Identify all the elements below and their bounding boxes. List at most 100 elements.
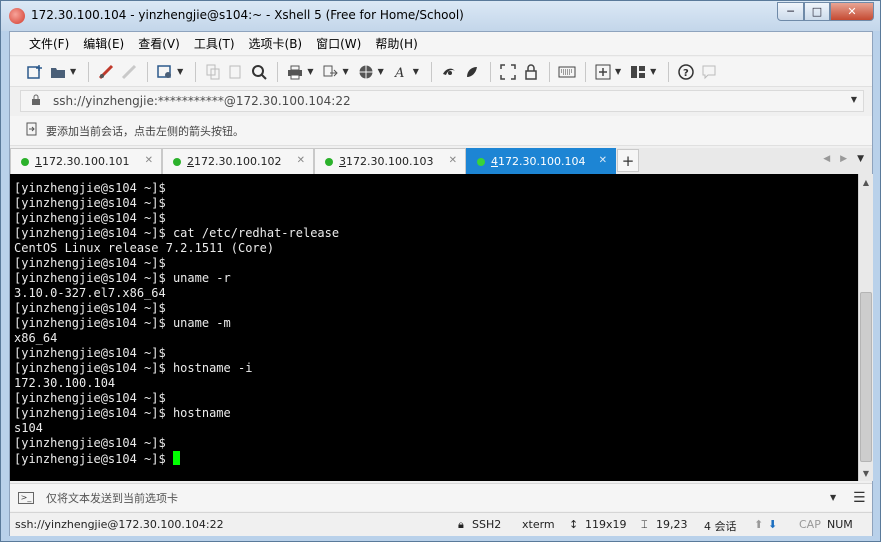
tab-number: 3 <box>339 155 346 168</box>
connect-icon[interactable] <box>95 61 117 83</box>
terminal-line: [yinzhengjie@s104 ~]$ uname -r <box>14 271 231 285</box>
disconnect-icon[interactable] <box>118 61 140 83</box>
terminal-output[interactable]: [yinzhengjie@s104 ~]$ [yinzhengjie@s104 … <box>10 174 858 481</box>
menu-file[interactable]: 文件(F) <box>22 33 76 55</box>
xshell-window: 172.30.100.104 - yinzhengjie@s104:~ - Xs… <box>0 0 881 542</box>
menu-tabs[interactable]: 选项卡(B) <box>242 33 310 55</box>
open-folder-icon[interactable] <box>47 61 69 83</box>
status-lock-icon: 🔒︎ <box>458 518 464 531</box>
xshell-logo-icon <box>9 8 25 24</box>
tab-scroll-right-icon[interactable]: ▶ <box>840 154 847 164</box>
tab-navigation: ◀ ▶ ▼ <box>823 154 864 164</box>
terminal-line: [yinzhengjie@s104 ~]$ <box>14 391 166 405</box>
terminal-scrollbar[interactable]: ▲ ▼ <box>858 174 873 481</box>
status-caps: CAP <box>799 518 821 531</box>
client-area: 文件(F) 编辑(E) 查看(V) 工具(T) 选项卡(B) 窗口(W) 帮助(… <box>9 31 873 536</box>
status-sessions: 4 会话 <box>704 520 737 533</box>
status-position: 19,23 <box>656 518 688 531</box>
layout-icon[interactable] <box>627 61 649 83</box>
xmanager-icon[interactable] <box>461 61 483 83</box>
transfer-icon[interactable] <box>319 61 341 83</box>
scrollbar-thumb[interactable] <box>860 292 872 462</box>
menu-edit[interactable]: 编辑(E) <box>76 33 131 55</box>
compose-dropdown-icon[interactable]: ▼ <box>830 493 836 502</box>
tab-close-icon[interactable]: ✕ <box>449 155 457 166</box>
lock-icon[interactable] <box>520 61 542 83</box>
maximize-button[interactable]: □ <box>804 2 830 21</box>
terminal-line: 172.30.100.104 <box>14 376 116 390</box>
tab-session-1[interactable]: 1 172.30.100.101 ✕ <box>10 148 162 174</box>
tab-session-3[interactable]: 3 172.30.100.103 ✕ <box>314 148 466 174</box>
terminal-line: [yinzhengjie@s104 ~]$ <box>14 211 166 225</box>
tab-close-icon[interactable]: ✕ <box>297 155 305 166</box>
compose-menu-icon[interactable]: ☰ <box>853 490 866 506</box>
new-session-icon[interactable] <box>24 61 46 83</box>
status-num: NUM <box>827 518 853 531</box>
terminal-prompt: [yinzhengjie@s104 ~]$ <box>14 452 173 466</box>
connected-dot-icon <box>173 157 181 166</box>
terminal-line: x86_64 <box>14 331 58 345</box>
compose-bar[interactable]: >_ 仅将文本发送到当前选项卡 ▼ ☰ <box>10 483 872 511</box>
tab-number: 1 <box>35 155 42 168</box>
session-hint-text: 要添加当前会话，点击左侧的箭头按钮。 <box>46 124 244 138</box>
comment-icon[interactable] <box>698 61 720 83</box>
tab-close-icon[interactable]: ✕ <box>145 155 153 166</box>
minimize-button[interactable]: ─ <box>777 2 804 21</box>
address-input[interactable]: ssh://yinzhengjie:***********@172.30.100… <box>47 94 351 108</box>
address-dropdown-icon[interactable]: ▼ <box>851 95 857 104</box>
copy-icon[interactable] <box>202 61 224 83</box>
window-controls: ─ □ ✕ <box>777 2 874 21</box>
scroll-up-arrow-icon[interactable]: ▲ <box>859 175 873 189</box>
toolbar-separator <box>88 61 90 82</box>
terminal-line: [yinzhengjie@s104 ~]$ <box>14 181 166 195</box>
close-button[interactable]: ✕ <box>830 2 874 21</box>
layout-dropdown-icon[interactable]: ▼ <box>650 67 656 76</box>
menu-tools[interactable]: 工具(T) <box>187 33 242 55</box>
open-dropdown-icon[interactable]: ▼ <box>70 67 76 76</box>
paste-icon[interactable] <box>225 61 247 83</box>
menu-help[interactable]: 帮助(H) <box>368 33 424 55</box>
tab-session-2[interactable]: 2 172.30.100.102 ✕ <box>162 148 314 174</box>
keyboard-icon[interactable] <box>556 61 578 83</box>
toolbar-separator <box>147 61 149 82</box>
address-bar[interactable]: ssh://yinzhengjie:***********@172.30.100… <box>20 90 864 112</box>
tab-session-4[interactable]: 4 172.30.100.104 ✕ <box>466 148 616 174</box>
tab-label: 172.30.100.104 <box>498 155 586 168</box>
find-icon[interactable] <box>248 61 270 83</box>
toolbar-separator <box>584 61 586 82</box>
compose-icon[interactable]: >_ <box>18 491 34 504</box>
xftp-icon[interactable] <box>438 61 460 83</box>
status-bar: ssh://yinzhengjie@172.30.100.104:22 🔒︎ S… <box>10 512 872 536</box>
help-icon[interactable]: ? <box>675 61 697 83</box>
new-tab-button[interactable]: + <box>617 149 639 172</box>
terminal-prompt-line[interactable]: [yinzhengjie@s104 ~]$ <box>14 451 858 466</box>
font-icon[interactable]: A <box>390 61 412 83</box>
tab-list-dropdown-icon[interactable]: ▼ <box>857 154 864 164</box>
print-dropdown-icon[interactable]: ▼ <box>307 67 313 76</box>
transfer-dropdown-icon[interactable]: ▼ <box>342 67 348 76</box>
scroll-down-arrow-icon[interactable]: ▼ <box>859 466 873 480</box>
add-session-arrow-icon[interactable] <box>26 122 38 139</box>
menu-view[interactable]: 查看(V) <box>131 33 187 55</box>
upload-arrow-icon[interactable]: ⬆ <box>754 518 763 531</box>
font-dropdown-icon[interactable]: ▼ <box>413 67 419 76</box>
globe-icon[interactable] <box>355 61 377 83</box>
tab-scroll-left-icon[interactable]: ◀ <box>823 154 830 164</box>
window-title: 172.30.100.104 - yinzhengjie@s104:~ - Xs… <box>31 8 464 22</box>
print-icon[interactable] <box>284 61 306 83</box>
globe-dropdown-icon[interactable]: ▼ <box>378 67 384 76</box>
tab-close-icon[interactable]: ✕ <box>599 155 607 166</box>
fullscreen-icon[interactable] <box>497 61 519 83</box>
properties-dropdown-icon[interactable]: ▼ <box>177 67 183 76</box>
add-tab-dropdown-icon[interactable]: ▼ <box>615 67 621 76</box>
toolbar-separator <box>489 61 491 82</box>
title-bar[interactable]: 172.30.100.104 - yinzhengjie@s104:~ - Xs… <box>1 1 880 31</box>
properties-icon[interactable] <box>154 61 176 83</box>
session-hint-bar: 要添加当前会话，点击左侧的箭头按钮。 <box>10 116 872 146</box>
add-tab-icon[interactable] <box>592 61 614 83</box>
terminal-line: [yinzhengjie@s104 ~]$ <box>14 301 166 315</box>
status-protocol: SSH2 <box>472 518 502 531</box>
menu-window[interactable]: 窗口(W) <box>309 33 368 55</box>
status-terminal-type: xterm <box>522 518 555 531</box>
download-arrow-icon[interactable]: ⬇ <box>768 518 777 531</box>
